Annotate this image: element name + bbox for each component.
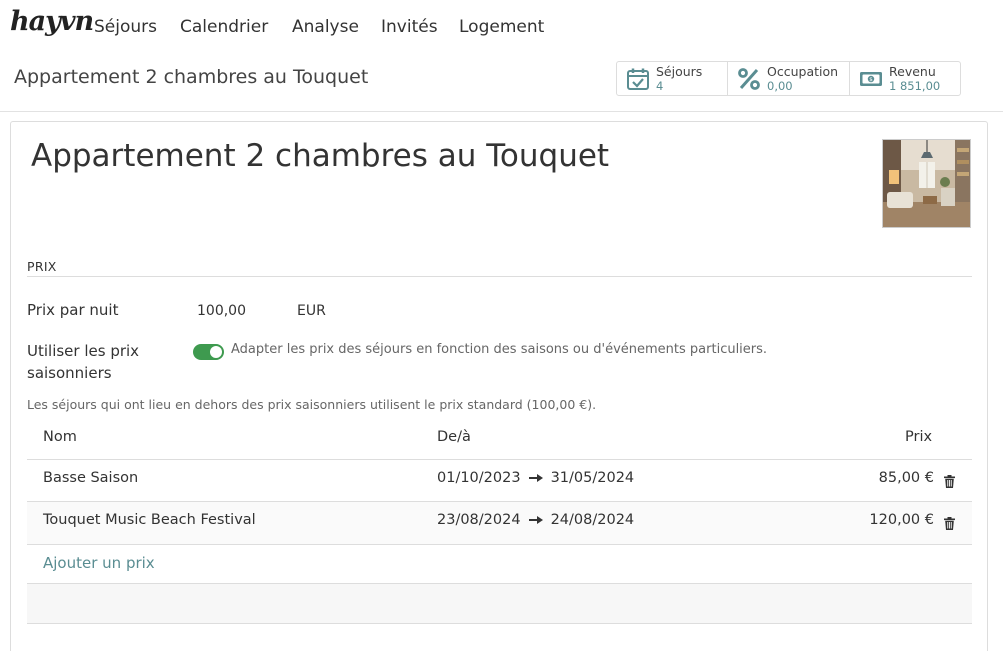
stat-revenu: $ Revenu 1 851,00: [850, 62, 960, 95]
stat-label: Séjours: [656, 64, 703, 79]
table-bottom-border: [27, 544, 972, 545]
toggle-knob: [210, 346, 222, 358]
standard-price-note: Les séjours qui ont lieu en dehors des p…: [27, 397, 597, 412]
stat-occupation: Occupation 0,00: [728, 62, 850, 95]
apartment-photo-icon: [883, 140, 970, 227]
seasonal-label-line2: saisonniers: [27, 364, 112, 382]
date-from: 01/10/2023: [437, 470, 521, 486]
section-divider: [27, 276, 972, 277]
season-name: Basse Saison: [43, 470, 139, 486]
column-header-price: Prix: [905, 429, 933, 445]
date-from: 23/08/2024: [437, 512, 521, 528]
nav-item-logement[interactable]: Logement: [459, 17, 544, 37]
top-navigation: hayvn Séjours Calendrier Analyse Invités…: [0, 0, 1003, 54]
nav-item-analyse[interactable]: Analyse: [292, 17, 359, 37]
stats-panel: Séjours 4 Occupation 0,00 $ Revenu 1 851…: [616, 61, 961, 96]
nightly-price-value[interactable]: 100,00: [197, 303, 246, 319]
stat-sejours: Séjours 4: [617, 62, 728, 95]
stat-value: 1 851,00: [889, 79, 941, 93]
currency-value[interactable]: EUR: [297, 303, 326, 319]
stat-label: Occupation: [767, 64, 839, 79]
seasonal-price-toggle[interactable]: [193, 344, 224, 360]
calendar-check-icon: [627, 68, 649, 90]
arrow-right-icon: [528, 515, 543, 525]
header-divider: [0, 111, 1003, 112]
listing-card: Appartement 2 chambres au Touquet PRIX P…: [10, 121, 988, 651]
svg-text:$: $: [869, 77, 873, 83]
section-label-prix: PRIX: [27, 259, 57, 274]
percent-icon: [738, 68, 760, 90]
season-price: 85,00 €: [878, 470, 934, 486]
stat-value: 0,00: [767, 79, 793, 93]
nav-item-invites[interactable]: Invités: [381, 17, 438, 37]
season-name: Touquet Music Beach Festival: [43, 512, 256, 528]
stat-label: Revenu: [889, 64, 936, 79]
table-row[interactable]: Basse Saison 01/10/2023 31/05/2024 85,00 …: [27, 459, 972, 501]
nav-item-sejours[interactable]: Séjours: [94, 17, 157, 37]
season-dates: 23/08/2024 24/08/2024: [437, 512, 634, 528]
money-icon: $: [860, 72, 882, 86]
nightly-price-label: Prix par nuit: [27, 301, 119, 319]
app-logo[interactable]: hayvn: [10, 6, 94, 37]
add-price-link[interactable]: Ajouter un prix: [43, 554, 155, 572]
stat-value: 4: [656, 79, 664, 93]
trash-icon[interactable]: [944, 475, 955, 488]
listing-title: Appartement 2 chambres au Touquet: [31, 138, 610, 174]
table-row[interactable]: Touquet Music Beach Festival 23/08/2024 2…: [27, 501, 972, 544]
trash-icon[interactable]: [944, 517, 955, 530]
seasonal-price-description: Adapter les prix des séjours en fonction…: [231, 342, 768, 357]
season-price: 120,00 €: [869, 512, 934, 528]
seasonal-price-label: Utiliser les prix saisonniers: [27, 340, 139, 384]
nav-item-calendrier[interactable]: Calendrier: [180, 17, 268, 37]
date-to: 31/05/2024: [550, 470, 635, 486]
listing-photo[interactable]: [882, 139, 971, 228]
season-dates: 01/10/2023 31/05/2024: [437, 470, 634, 486]
column-header-name: Nom: [43, 429, 77, 445]
date-to: 24/08/2024: [550, 512, 635, 528]
seasonal-label-line1: Utiliser les prix: [27, 342, 140, 360]
arrow-right-icon: [528, 473, 543, 483]
card-footer-area: [27, 583, 972, 624]
column-header-dates: De/à: [437, 429, 471, 445]
page-title: Appartement 2 chambres au Touquet: [14, 66, 369, 88]
